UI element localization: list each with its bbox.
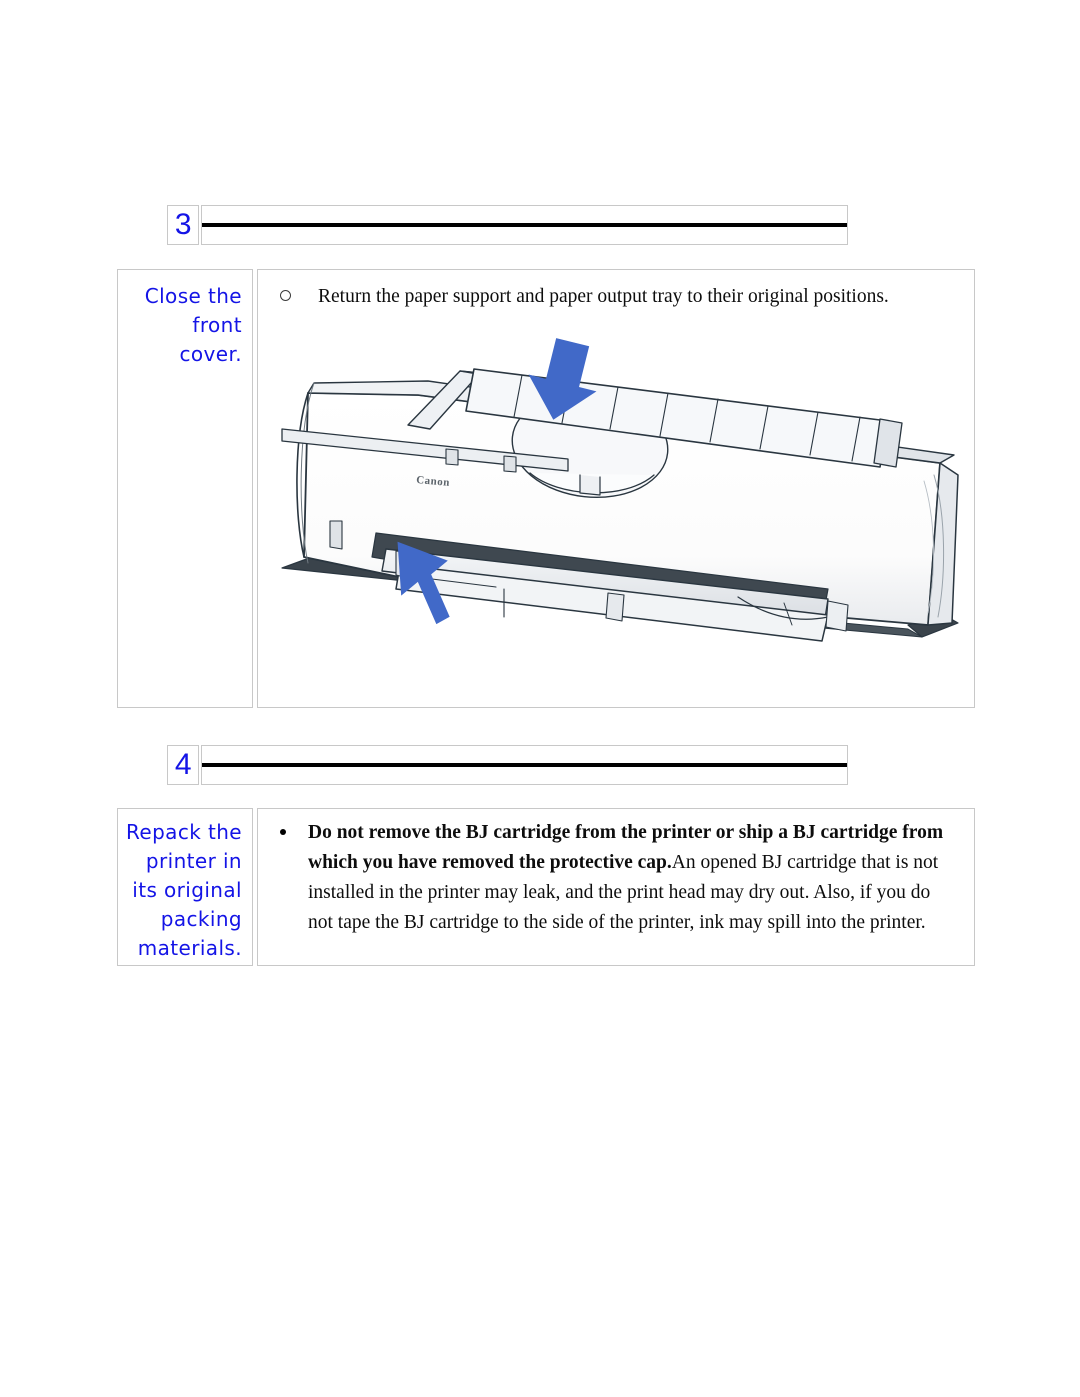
step-4-header: 4 <box>167 745 848 785</box>
step-3-number: 3 <box>174 208 192 241</box>
step-4-content: Repack the printer in its original packi… <box>117 808 975 966</box>
step-4-number-box: 4 <box>167 745 199 785</box>
step-3-body-text: Return the paper support and paper outpu… <box>318 286 889 307</box>
step-4-body-cell: Do not remove the BJ cartridge from the … <box>257 808 975 966</box>
step-3-number-box: 3 <box>167 205 199 245</box>
step-4-bullet-row: Do not remove the BJ cartridge from the … <box>258 809 974 938</box>
solid-bullet-icon <box>280 829 286 835</box>
step-4-label-line-4: packing <box>160 907 242 931</box>
step-3-bullet-row: Return the paper support and paper outpu… <box>258 270 974 312</box>
step-3-rule <box>202 223 847 227</box>
step-4-rule-box <box>201 745 848 785</box>
step-4-label-line-1: Repack the <box>125 820 242 844</box>
step-3-label-line-1: Close the <box>144 284 242 308</box>
printer-illustration-svg: Canon <box>281 338 959 642</box>
step-4-label-line-5: materials. <box>137 936 242 960</box>
step-4-rule <box>202 763 847 767</box>
step-4-label-line-3: its original <box>132 878 242 902</box>
step-3-content: Close the front cover. Return the paper … <box>117 269 975 708</box>
step-3-rule-box <box>201 205 848 245</box>
step-4-number: 4 <box>174 748 192 781</box>
step-3-label-cell: Close the front cover. <box>117 269 253 708</box>
step-4-label-cell: Repack the printer in its original packi… <box>117 808 253 966</box>
step-4-label-line-2: printer in <box>145 849 242 873</box>
printer-illustration: Canon <box>268 325 968 690</box>
step-3-label-line-2: front cover. <box>179 313 242 366</box>
step-3-body-cell: Return the paper support and paper outpu… <box>257 269 975 708</box>
hollow-bullet-icon <box>280 290 291 301</box>
step-3-header: 3 <box>167 205 848 245</box>
